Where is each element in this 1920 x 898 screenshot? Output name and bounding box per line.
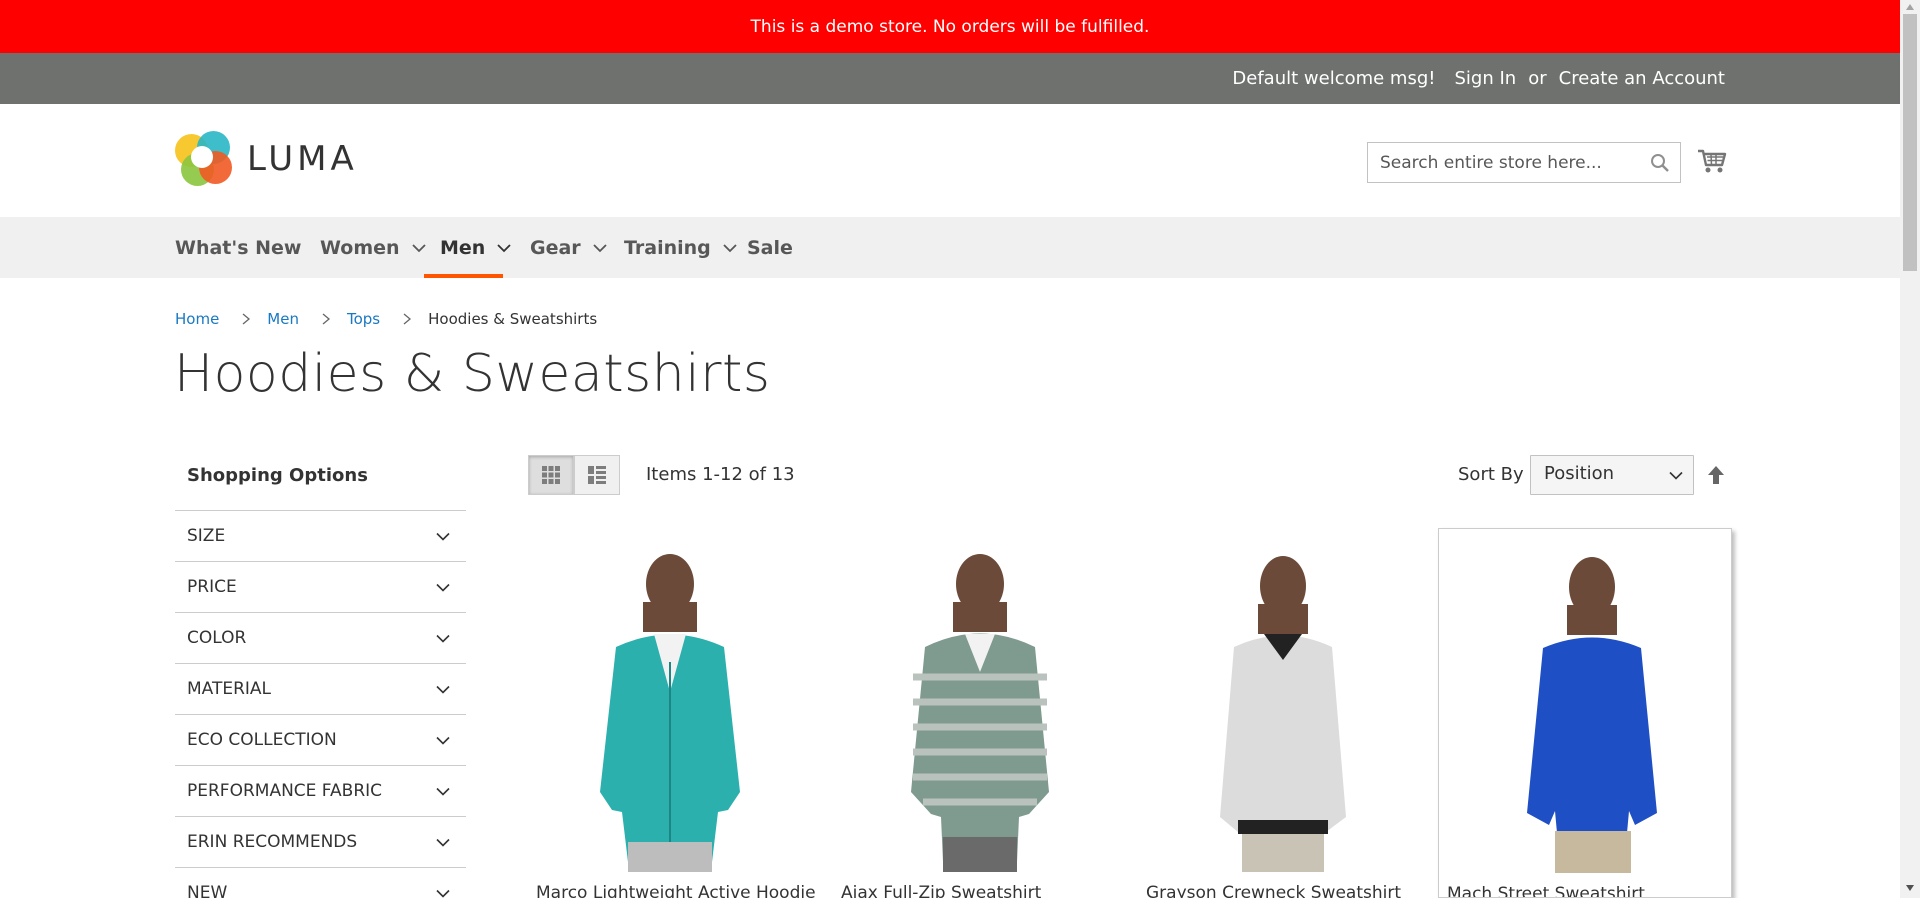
filter-erin-recommends[interactable]: ERIN RECOMMENDS: [175, 817, 466, 868]
filter-price[interactable]: PRICE: [175, 562, 466, 613]
filter-color[interactable]: COLOR: [175, 613, 466, 664]
search-input[interactable]: [1368, 143, 1638, 182]
nav-label: Men: [440, 236, 486, 259]
page-title: Hoodies & Sweatshirts: [174, 344, 771, 404]
sort-ascending-arrow-icon[interactable]: [1706, 464, 1726, 486]
nav-item-men[interactable]: Men: [440, 217, 511, 278]
filter-label: ECO COLLECTION: [187, 730, 337, 750]
filter-performance-fabric[interactable]: PERFORMANCE FABRIC: [175, 766, 466, 817]
chevron-down-icon: [436, 838, 450, 847]
main-navigation: What's New Women Men Gear Training Sale: [0, 217, 1900, 278]
grid-view-button[interactable]: [528, 455, 574, 495]
products-toolbar: Items 1-12 of 13 Sort By Position: [528, 455, 1728, 497]
chevron-down-icon: [436, 787, 450, 796]
product-item[interactable]: Ajax Full-Zip Sweatshirt: [833, 528, 1127, 898]
welcome-message: Default welcome msg!: [1232, 68, 1436, 89]
nav-item-whats-new[interactable]: What's New: [175, 217, 301, 278]
nav-active-indicator: [424, 274, 503, 278]
breadcrumb-tops[interactable]: Tops: [347, 310, 380, 328]
sort-by-label: Sort By: [1458, 464, 1524, 485]
chevron-right-icon: [242, 313, 251, 325]
site-header: LUMA: [0, 104, 1900, 217]
page-scrollbar[interactable]: [1900, 0, 1920, 898]
logo-text: LUMA: [247, 139, 358, 179]
scroll-up-arrow-icon[interactable]: [1906, 4, 1914, 10]
chevron-down-icon: [1669, 471, 1683, 480]
filter-label: SIZE: [187, 526, 226, 546]
sign-in-link[interactable]: Sign In: [1455, 68, 1517, 89]
chevron-down-icon: [436, 532, 450, 541]
filter-label: MATERIAL: [187, 679, 272, 699]
chevron-down-icon: [497, 243, 511, 252]
breadcrumb-men[interactable]: Men: [267, 310, 299, 328]
chevron-down-icon: [723, 243, 737, 252]
chevron-down-icon: [436, 634, 450, 643]
chevron-right-icon: [322, 313, 330, 325]
nav-label: What's New: [175, 236, 302, 259]
list-view-button[interactable]: [574, 455, 620, 495]
filter-new[interactable]: NEW: [175, 868, 466, 898]
create-account-link[interactable]: Create an Account: [1559, 68, 1725, 89]
scroll-down-arrow-icon[interactable]: [1906, 885, 1914, 891]
sidebar-title: Shopping Options: [175, 453, 466, 511]
search-box: [1367, 142, 1681, 183]
breadcrumb-home[interactable]: Home: [175, 310, 219, 328]
product-name[interactable]: Grayson Crewneck Sweatshirt: [1146, 883, 1401, 898]
nav-label: Sale: [747, 236, 793, 259]
filter-label: PERFORMANCE FABRIC: [187, 781, 383, 801]
product-image[interactable]: [528, 542, 822, 872]
product-image[interactable]: [833, 542, 1127, 872]
toolbar-amount: Items 1-12 of 13: [646, 464, 795, 485]
product-name[interactable]: Marco Lightweight Active Hoodie: [536, 883, 816, 898]
sort-by-value: Position: [1544, 463, 1615, 484]
filter-label: COLOR: [187, 628, 247, 648]
demo-notice-text: This is a demo store. No orders will be …: [750, 16, 1150, 37]
nav-label: Training: [624, 236, 711, 259]
chevron-down-icon: [593, 243, 607, 252]
magnifier-icon[interactable]: [1650, 153, 1670, 173]
nav-item-sale[interactable]: Sale: [747, 217, 793, 278]
chevron-down-icon: [411, 243, 426, 252]
filter-label: NEW: [187, 883, 228, 898]
filter-size[interactable]: SIZE: [175, 511, 466, 562]
list-view-icon: [588, 466, 606, 484]
nav-item-gear[interactable]: Gear: [530, 217, 607, 278]
product-item[interactable]: Grayson Crewneck Sweatshirt: [1138, 528, 1432, 898]
chevron-down-icon: [436, 685, 450, 694]
product-name[interactable]: Ajax Full-Zip Sweatshirt: [841, 883, 1041, 898]
product-grid: Marco Lightweight Active Hoodie Ajax Ful…: [528, 528, 1732, 898]
nav-item-training[interactable]: Training: [624, 217, 737, 278]
nav-label: Gear: [530, 236, 581, 259]
filter-material[interactable]: MATERIAL: [175, 664, 466, 715]
breadcrumb-current: Hoodies & Sweatshirts: [428, 310, 598, 328]
product-item[interactable]: Mach Street Sweatshirt: [1438, 528, 1732, 898]
chevron-down-icon: [436, 736, 450, 745]
nav-item-women[interactable]: Women: [320, 217, 426, 278]
product-image[interactable]: [1138, 542, 1432, 872]
panel-header: Default welcome msg! Sign In or Create a…: [0, 53, 1900, 104]
filter-label: ERIN RECOMMENDS: [187, 832, 358, 852]
or-text: or: [1528, 68, 1547, 89]
product-item[interactable]: Marco Lightweight Active Hoodie: [528, 528, 822, 898]
product-image[interactable]: [1439, 543, 1732, 873]
luma-logo-icon: [175, 131, 232, 187]
logo[interactable]: LUMA: [175, 131, 358, 187]
filter-label: PRICE: [187, 577, 237, 597]
grid-view-icon: [542, 466, 560, 484]
chevron-down-icon: [436, 889, 450, 898]
scrollbar-thumb[interactable]: [1903, 14, 1917, 271]
breadcrumb: Home Men Tops Hoodies & Sweatshirts: [175, 310, 597, 328]
chevron-down-icon: [436, 583, 450, 592]
filter-eco-collection[interactable]: ECO COLLECTION: [175, 715, 466, 766]
shopping-options-sidebar: Shopping Options SIZE PRICE COLOR MATERI…: [175, 453, 466, 898]
sort-by-select[interactable]: Position: [1530, 455, 1694, 495]
cart-icon[interactable]: [1697, 146, 1727, 176]
chevron-right-icon: [403, 313, 412, 325]
demo-store-notice: This is a demo store. No orders will be …: [0, 0, 1900, 53]
nav-label: Women: [320, 236, 400, 259]
header-links: Default welcome msg! Sign In or Create a…: [1232, 53, 1725, 104]
product-name[interactable]: Mach Street Sweatshirt: [1447, 884, 1645, 897]
